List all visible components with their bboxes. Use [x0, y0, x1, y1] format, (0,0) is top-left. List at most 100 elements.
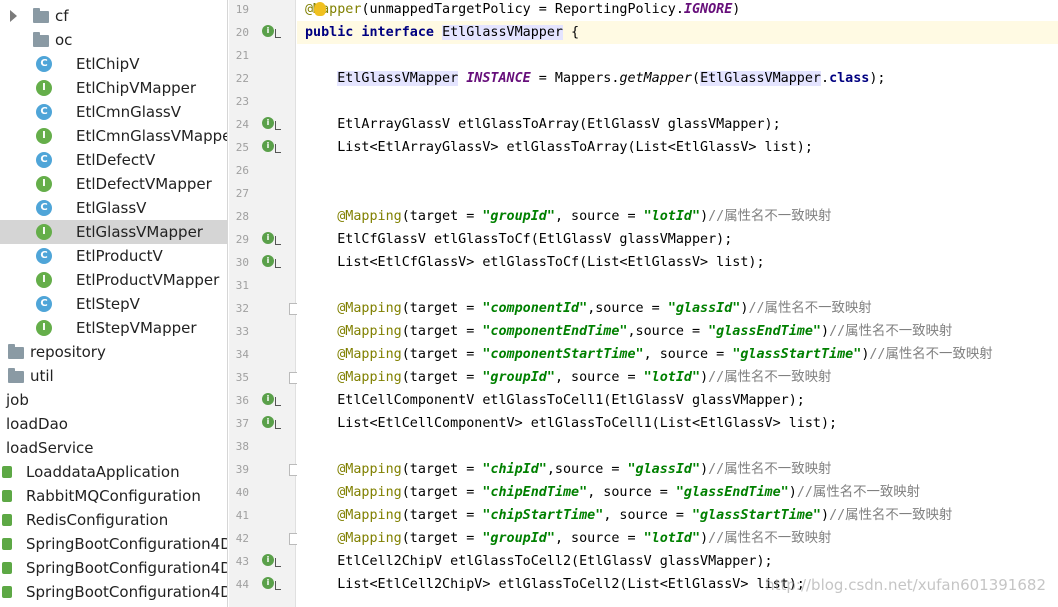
code-line[interactable]: @Mapping(target = "chipEndTime", source …	[297, 481, 1058, 504]
code-token: @Mapping	[337, 301, 402, 316]
code-line[interactable]	[297, 274, 1058, 297]
navigate-arrow-icon[interactable]	[275, 144, 281, 153]
tree-item[interactable]: C EtlProductV	[0, 244, 227, 268]
navigate-arrow-icon[interactable]	[275, 397, 281, 406]
tree-item[interactable]: C EtlGlassV	[0, 196, 227, 220]
tree-item[interactable]: RedisConfiguration	[0, 508, 227, 532]
navigate-arrow-icon[interactable]	[275, 29, 281, 38]
code-line[interactable]: EtlArrayGlassV etlGlassToArray(EtlGlassV…	[297, 113, 1058, 136]
implemented-method-icon[interactable]: i	[262, 255, 274, 267]
code-token: (target =	[401, 508, 483, 523]
code-token: = Mappers.	[530, 71, 620, 86]
implemented-method-icon[interactable]: i	[262, 117, 274, 129]
class-icon: C	[36, 104, 52, 120]
tree-item[interactable]: loadDao	[0, 412, 227, 436]
implemented-method-icon[interactable]: i	[262, 25, 274, 37]
tree-item[interactable]: repository	[0, 340, 227, 364]
code-token: @Mapping	[337, 485, 402, 500]
code-line[interactable]: @Mapping(target = "groupId", source = "l…	[297, 366, 1058, 389]
tree-item-label: util	[30, 367, 54, 385]
navigate-arrow-icon[interactable]	[275, 236, 281, 245]
tree-item[interactable]: RabbitMQConfiguration	[0, 484, 227, 508]
navigate-arrow-icon[interactable]	[275, 581, 281, 590]
navigate-arrow-icon[interactable]	[275, 121, 281, 130]
code-line[interactable]: @Mapping(target = "componentEndTime",sou…	[297, 320, 1058, 343]
code-token: (target =	[401, 209, 483, 224]
code-token: IGNORE	[683, 2, 733, 17]
tree-item[interactable]: cf	[0, 4, 227, 28]
tree-item[interactable]: C EtlChipV	[0, 52, 227, 76]
code-token: (target =	[401, 347, 483, 362]
code-token: EtlGlassVMapper	[700, 71, 821, 86]
code-line[interactable]: EtlGlassVMapper INSTANCE = Mappers.getMa…	[297, 67, 1058, 90]
tree-item[interactable]: job	[0, 388, 227, 412]
line-number: 29	[235, 233, 249, 246]
code-line[interactable]: public interface EtlGlassVMapper {	[297, 21, 1058, 44]
implemented-method-icon[interactable]: i	[262, 393, 274, 405]
code-line[interactable]	[297, 159, 1058, 182]
code-line[interactable]: @Mapper(unmappedTargetPolicy = Reporting…	[297, 0, 1058, 21]
line-number: 40	[235, 486, 249, 499]
code-line[interactable]: @Mapping(target = "componentId",source =…	[297, 297, 1058, 320]
code-line[interactable]	[297, 44, 1058, 67]
code-line[interactable]: List<EtlCellComponentV> etlGlassToCell1(…	[297, 412, 1058, 435]
code-line[interactable]: List<EtlCfGlassV> etlGlassToCf(List<EtlG…	[297, 251, 1058, 274]
navigate-arrow-icon[interactable]	[275, 558, 281, 567]
code-line[interactable]	[297, 435, 1058, 458]
code-token: (target =	[401, 301, 483, 316]
tree-item[interactable]: C EtlDefectV	[0, 148, 227, 172]
tree-item[interactable]: I EtlStepVMapper	[0, 316, 227, 340]
tree-item[interactable]: loadService	[0, 436, 227, 460]
tree-item-label: job	[6, 391, 29, 409]
code-line[interactable]	[297, 90, 1058, 113]
code-token: , source =	[587, 485, 676, 500]
code-line[interactable]	[297, 182, 1058, 205]
code-token: .	[821, 71, 830, 86]
code-line[interactable]: @Mapping(target = "chipId",source = "gla…	[297, 458, 1058, 481]
navigate-arrow-icon[interactable]	[275, 259, 281, 268]
navigate-arrow-icon[interactable]	[275, 420, 281, 429]
tree-item[interactable]: LoaddataApplication	[0, 460, 227, 484]
implemented-method-icon[interactable]: i	[262, 554, 274, 566]
code-line[interactable]: List<EtlArrayGlassV> etlGlassToArray(Lis…	[297, 136, 1058, 159]
code-editor[interactable]: List<EtlCell2ChipV> etlGlassToCell2(List…	[297, 0, 1058, 607]
code-line[interactable]: @Mapping(target = "groupId", source = "l…	[297, 205, 1058, 228]
tree-item[interactable]: I EtlCmnGlassVMapper	[0, 124, 227, 148]
code-token: List<EtlArrayGlassV> etlGlassToArray(Lis…	[305, 140, 813, 155]
code-token: "chipStartTime"	[482, 508, 604, 523]
tree-item[interactable]: I EtlDefectVMapper	[0, 172, 227, 196]
code-token: (target =	[401, 462, 483, 477]
implemented-method-icon[interactable]: i	[262, 140, 274, 152]
intention-bulb-icon[interactable]	[314, 2, 326, 16]
tree-item[interactable]: I EtlChipVMapper	[0, 76, 227, 100]
code-token: (target =	[401, 370, 483, 385]
implemented-method-icon[interactable]: i	[262, 416, 274, 428]
implemented-method-icon[interactable]: i	[262, 232, 274, 244]
spring-class-icon	[2, 466, 12, 478]
tree-item[interactable]: SpringBootConfiguration4D	[0, 580, 227, 604]
code-line[interactable]: EtlCell2ChipV etlGlassToCell2(EtlGlassV …	[297, 550, 1058, 573]
tree-item[interactable]: C EtlCmnGlassV	[0, 100, 227, 124]
code-line[interactable]: @Mapping(target = "chipStartTime", sourc…	[297, 504, 1058, 527]
line-number: 31	[235, 279, 249, 292]
tree-item[interactable]: I EtlGlassVMapper	[0, 220, 227, 244]
expand-arrow-icon[interactable]	[10, 10, 17, 22]
code-token: ,source =	[587, 301, 668, 316]
class-icon: C	[36, 56, 52, 72]
tree-item[interactable]: C EtlStepV	[0, 292, 227, 316]
tree-item[interactable]: I EtlProductVMapper	[0, 268, 227, 292]
interface-icon: I	[36, 272, 52, 288]
line-number: 44	[235, 578, 249, 591]
tree-item[interactable]: oc	[0, 28, 227, 52]
implemented-method-icon[interactable]: i	[262, 577, 274, 589]
tree-item-label: EtlDefectVMapper	[76, 175, 212, 193]
code-line[interactable]: @Mapping(target = "componentStartTime", …	[297, 343, 1058, 366]
tree-item[interactable]: SpringBootConfiguration4D	[0, 532, 227, 556]
code-line[interactable]: EtlCellComponentV etlGlassToCell1(EtlGla…	[297, 389, 1058, 412]
tree-item[interactable]: util	[0, 364, 227, 388]
code-line[interactable]: @Mapping(target = "groupId", source = "l…	[297, 527, 1058, 550]
code-line[interactable]: EtlCfGlassV etlGlassToCf(EtlGlassV glass…	[297, 228, 1058, 251]
code-token: public interface	[305, 25, 443, 40]
code-token: INSTANCE	[458, 71, 531, 86]
tree-item[interactable]: SpringBootConfiguration4D	[0, 556, 227, 580]
